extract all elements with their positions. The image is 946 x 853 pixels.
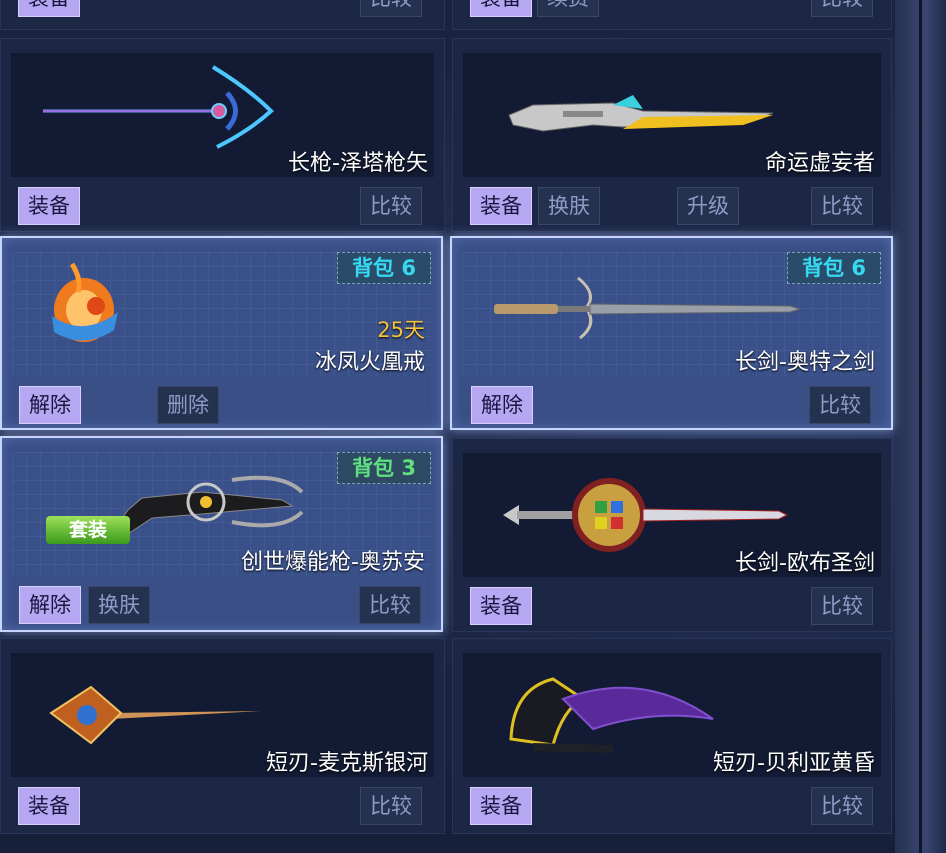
equip-button[interactable]: 装备: [470, 0, 532, 17]
equip-button[interactable]: 装备: [18, 0, 80, 17]
renew-button[interactable]: 续费: [537, 0, 599, 17]
compare-button[interactable]: 比较: [359, 586, 421, 624]
weapon-card-2[interactable]: 长枪-泽塔枪矢 装备 比较: [0, 38, 445, 232]
compare-button[interactable]: 比较: [811, 0, 873, 17]
weapon-card-8[interactable]: 短刃-麦克斯银河 装备 比较: [0, 638, 445, 834]
equip-button[interactable]: 装备: [18, 787, 80, 825]
equip-button[interactable]: 装备: [470, 587, 532, 625]
backpack-slot-badge: 背包 6: [787, 252, 881, 284]
weapon-card-9[interactable]: 短刃-贝利亚黄昏 装备 比较: [452, 638, 892, 834]
delete-button[interactable]: 删除: [157, 386, 219, 424]
weapon-name: 短刃-贝利亚黄昏: [713, 751, 875, 776]
weapon-card-1[interactable]: 装备 续费 比较: [452, 0, 892, 30]
sniper-rifle-icon: [508, 95, 774, 132]
scrollbar-track[interactable]: [895, 0, 946, 853]
dagger-icon: [49, 685, 261, 745]
weapon-card-0[interactable]: 装备 比较: [0, 0, 445, 30]
unequip-button[interactable]: 解除: [19, 386, 81, 424]
weapon-name: 命运虚妄者: [764, 151, 875, 176]
backpack-slot-badge: 背包 6: [337, 252, 431, 284]
backpack-slot-badge: 背包 3: [337, 452, 431, 484]
equip-button[interactable]: 装备: [470, 187, 532, 225]
set-tag: 套装: [46, 516, 130, 544]
sword-icon: [494, 276, 800, 340]
weapon-name: 长枪-泽塔枪矢: [288, 151, 428, 176]
weapon-name: 长剑-欧布圣剑: [735, 551, 875, 576]
compare-button[interactable]: 比较: [360, 0, 422, 17]
weapon-card-4[interactable]: 背包 6 25天 冰凤火凰戒 解除 删除: [0, 236, 443, 430]
holy-sword-icon: [503, 478, 789, 552]
unequip-button[interactable]: 解除: [19, 586, 81, 624]
weapon-card-3[interactable]: 命运虚妄者 装备 换肤 升级 比较: [452, 38, 892, 232]
weapon-card-6[interactable]: 套装 背包 3 创世爆能枪-奥苏安 解除 换肤 比较: [0, 436, 443, 632]
weapon-name: 短刃-麦克斯银河: [266, 751, 428, 776]
equip-button[interactable]: 装备: [18, 187, 80, 225]
weapon-card-7[interactable]: 长剑-欧布圣剑 装备 比较: [452, 438, 892, 632]
upgrade-button[interactable]: 升级: [677, 187, 739, 225]
compare-button[interactable]: 比较: [360, 787, 422, 825]
weapon-name: 长剑-奥特之剑: [735, 350, 875, 375]
compare-button[interactable]: 比较: [811, 187, 873, 225]
compare-button[interactable]: 比较: [811, 787, 873, 825]
compare-button[interactable]: 比较: [809, 386, 871, 424]
skin-button[interactable]: 换肤: [88, 586, 150, 624]
weapon-card-5[interactable]: 背包 6 长剑-奥特之剑 解除 比较: [450, 236, 893, 430]
remaining-days: 25天: [377, 318, 425, 342]
unequip-button[interactable]: 解除: [471, 386, 533, 424]
compare-button[interactable]: 比较: [811, 587, 873, 625]
dark-blade-icon: [509, 677, 714, 753]
compare-button[interactable]: 比较: [360, 187, 422, 225]
equip-button[interactable]: 装备: [470, 787, 532, 825]
weapon-name: 冰凤火凰戒: [314, 350, 425, 375]
ring-icon: [52, 262, 118, 342]
spear-bow-icon: [43, 65, 274, 149]
skin-button[interactable]: 换肤: [538, 187, 600, 225]
weapon-name: 创世爆能枪-奥苏安: [241, 550, 425, 575]
